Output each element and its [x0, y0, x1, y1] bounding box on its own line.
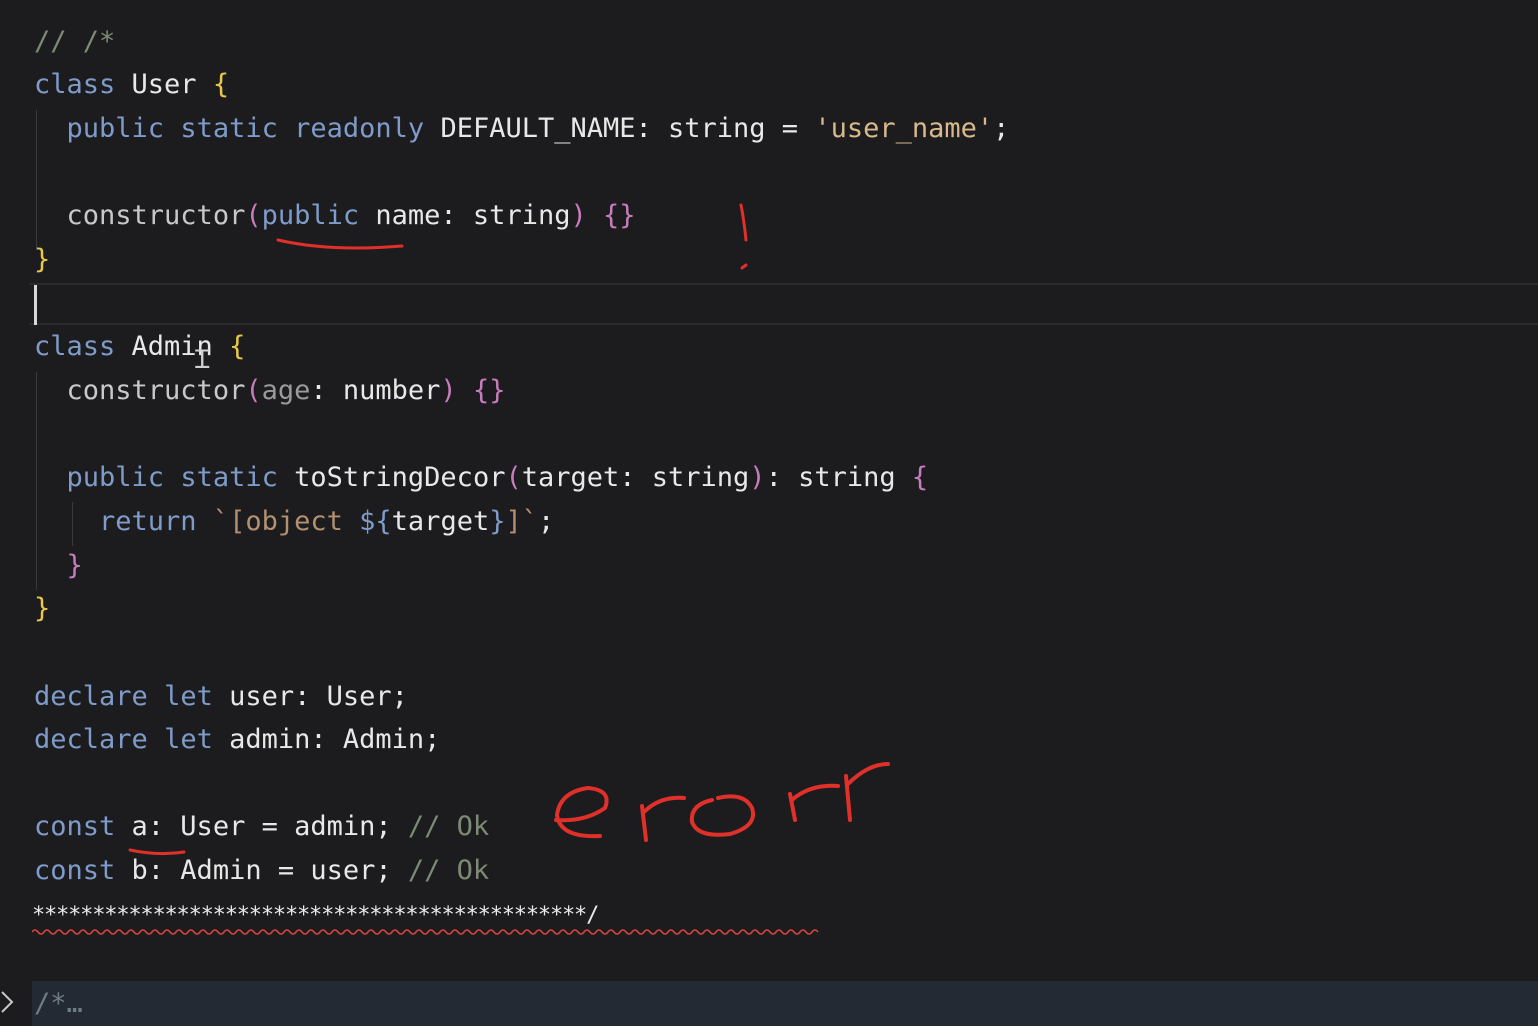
exclamation-mark — [739, 203, 748, 242]
chevron-right-icon[interactable] — [0, 986, 16, 1018]
token: { — [911, 462, 929, 493]
token: name: string — [359, 200, 571, 231]
token: return — [99, 506, 197, 537]
token: readonly — [294, 113, 425, 144]
code-line-2[interactable]: class User { — [34, 63, 229, 107]
token: `[object — [212, 506, 360, 537]
code-line-6[interactable]: } — [34, 238, 50, 282]
folded-region-bar[interactable] — [32, 981, 1538, 1026]
token: class — [34, 69, 116, 100]
token: let — [164, 681, 213, 712]
handwritten-erorr — [554, 762, 890, 842]
token: constructor — [66, 375, 246, 406]
code-line-5[interactable]: constructor(public name: string) {} — [34, 194, 636, 238]
error-squiggle — [32, 929, 819, 935]
token: } — [34, 593, 51, 624]
code-line-1[interactable]: // /* — [34, 20, 115, 64]
token: target — [391, 506, 490, 537]
token: ]` — [505, 506, 538, 537]
code-line-9[interactable]: constructor(age: number) {} — [34, 369, 506, 413]
token: // Ok — [407, 811, 490, 842]
token: const — [34, 811, 116, 842]
token: user: User; — [212, 681, 408, 712]
code-line-11[interactable]: public static toStringDecor(target: stri… — [34, 456, 929, 500]
token: ; — [538, 506, 555, 537]
token: : number — [310, 375, 441, 406]
text-cursor — [34, 285, 37, 325]
token: const — [34, 855, 116, 886]
token: User — [115, 69, 213, 100]
code-line-20[interactable]: const b: Admin = user; // Ok — [34, 849, 489, 893]
folded-region-text[interactable]: /*… — [34, 981, 83, 1026]
token: toStringDecor — [277, 462, 506, 493]
token: // /* — [34, 26, 116, 57]
token: target: string — [521, 462, 750, 493]
code-line-3[interactable]: public static readonly DEFAULT_NAME: str… — [34, 107, 1010, 151]
ibeam-cursor-icon: Ɪ — [195, 345, 210, 375]
token: DEFAULT_NAME: string = — [424, 113, 815, 144]
token: a: User = admin; — [115, 811, 408, 842]
code-line-17[interactable]: declare let admin: Admin; — [34, 718, 440, 762]
token: declare — [34, 724, 148, 755]
token: ) — [440, 375, 457, 406]
token: ${ — [359, 506, 392, 537]
current-line-highlight — [30, 283, 1538, 325]
token: Admin — [115, 331, 230, 362]
token: public — [66, 462, 165, 493]
token: ( — [505, 462, 522, 493]
token: { — [229, 331, 246, 362]
token: admin: Admin; — [212, 724, 441, 755]
code-line-19[interactable]: const a: User = admin; // Ok — [34, 805, 489, 849]
token: public — [261, 200, 360, 231]
token: {} — [603, 200, 636, 231]
token: 'user_name' — [814, 113, 994, 144]
token: // Ok — [407, 855, 490, 886]
code-line-16[interactable]: declare let user: User; — [34, 675, 408, 719]
token: { — [212, 69, 230, 100]
token: ( — [245, 375, 262, 406]
token: } — [34, 244, 51, 275]
token: class — [34, 331, 116, 362]
underline-public — [276, 238, 404, 250]
token: constructor — [66, 200, 246, 231]
token: declare — [34, 681, 148, 712]
token: {} — [472, 375, 506, 406]
code-line-8[interactable]: class Admin { — [34, 325, 245, 369]
token: public — [66, 113, 165, 144]
token: ; — [993, 113, 1010, 144]
token: age — [261, 375, 311, 406]
exclamation-dot — [740, 263, 748, 270]
token: ) — [570, 200, 587, 231]
token: } — [66, 550, 83, 581]
token: : string — [765, 462, 912, 493]
token: ) — [749, 462, 766, 493]
code-line-13[interactable]: } — [34, 544, 83, 588]
token: static — [180, 113, 278, 144]
token: b: Admin = user; — [115, 855, 408, 886]
token: } — [489, 506, 506, 537]
token: let — [164, 724, 213, 755]
code-line-12[interactable]: return `[object ${target}]`; — [34, 500, 554, 544]
token: static — [180, 462, 278, 493]
code-editor[interactable]: // /* class User { public static readonly… — [0, 0, 1538, 1026]
token: ( — [245, 200, 262, 231]
code-line-14[interactable]: } — [34, 587, 50, 631]
